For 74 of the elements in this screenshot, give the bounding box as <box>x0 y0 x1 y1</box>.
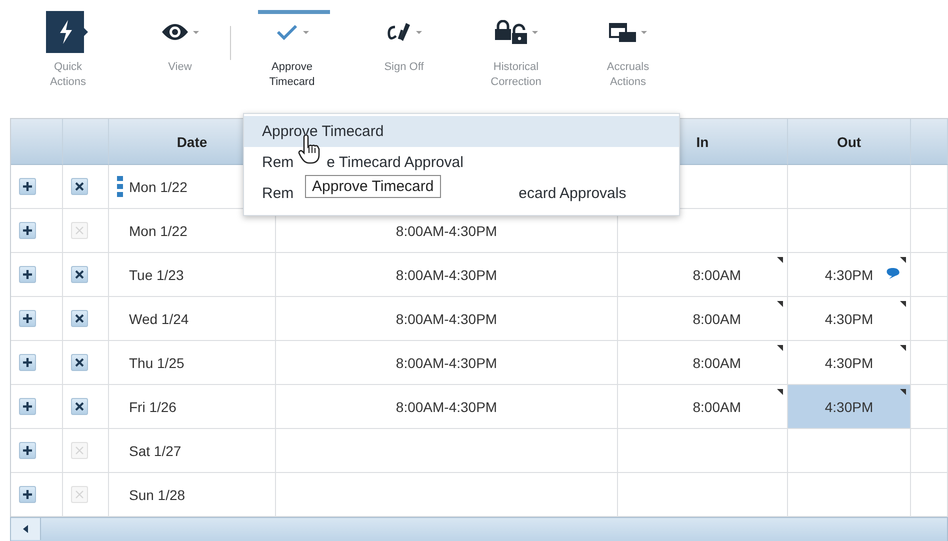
selected-cell[interactable]: 4:30PM <box>788 385 911 429</box>
delete-button[interactable] <box>71 266 88 283</box>
delete-button[interactable] <box>71 398 88 415</box>
time-text: 4:30PM <box>824 398 874 414</box>
date-text: Thu 1/25 <box>129 354 184 370</box>
schedule-text: 8:00AM-4:30PM <box>396 266 498 282</box>
schedule-text: 8:00AM-4:30PM <box>396 398 498 414</box>
time-text: 4:30PM <box>824 310 874 326</box>
x-icon <box>75 314 84 323</box>
calendar-icon <box>609 21 637 43</box>
delete-button[interactable] <box>71 354 88 371</box>
date-text: Wed 1/24 <box>129 310 189 326</box>
table-cell <box>911 385 948 429</box>
date-text: Fri 1/26 <box>129 398 176 414</box>
expand-button[interactable] <box>19 442 36 459</box>
time-text: 4:30PM <box>824 266 874 282</box>
date-text: Tue 1/23 <box>129 266 184 282</box>
plus-icon <box>22 225 33 236</box>
plus-icon <box>22 269 33 280</box>
date-text: Mon 1/22 <box>129 178 188 194</box>
time-text: 8:00AM <box>692 354 741 370</box>
expand-button[interactable] <box>19 310 36 327</box>
expand-button[interactable] <box>19 178 36 195</box>
plus-icon <box>22 181 33 192</box>
menu-item-text[interactable]: Rem <box>262 154 294 171</box>
time-text: 4:30PM <box>824 354 874 370</box>
x-icon <box>75 402 84 411</box>
plus-icon <box>22 401 33 412</box>
schedule-text: 8:00AM-4:30PM <box>396 310 498 326</box>
time-text: 8:00AM <box>692 266 741 282</box>
x-icon <box>75 226 84 235</box>
table-cell <box>911 209 948 253</box>
expand-button[interactable] <box>19 222 36 239</box>
expand-button[interactable] <box>19 398 36 415</box>
table-cell <box>911 165 948 209</box>
date-text: Sat 1/27 <box>129 442 182 458</box>
column-header: Out <box>836 134 862 150</box>
column-header: Date <box>176 134 208 150</box>
checkmark-icon <box>275 23 299 41</box>
lightning-icon <box>46 11 90 53</box>
expand-button[interactable] <box>19 266 36 283</box>
expand-button[interactable] <box>19 486 36 503</box>
x-icon <box>75 182 84 191</box>
menu-item[interactable]: Approve Timecard <box>244 116 679 147</box>
time-text: 8:00AM <box>692 398 741 414</box>
x-icon <box>75 270 84 279</box>
menu-item-text[interactable]: ecard Approvals <box>518 185 626 202</box>
date-text: Sun 1/28 <box>129 486 186 502</box>
table-cell <box>911 429 948 473</box>
tooltip: Approve Timecard <box>305 175 441 198</box>
plus-icon <box>22 357 33 368</box>
plus-icon <box>22 445 33 456</box>
x-icon <box>75 358 84 367</box>
expand-button[interactable] <box>19 354 36 371</box>
schedule-text: 8:00AM-4:30PM <box>396 354 498 370</box>
horizontal-scrollbar[interactable] <box>10 517 948 541</box>
menu-item-text[interactable]: Rem <box>262 185 294 202</box>
selected-indicator <box>258 10 330 14</box>
plus-icon <box>22 489 33 500</box>
x-icon <box>75 446 84 455</box>
signature-icon <box>386 21 412 43</box>
time-text: 8:00AM <box>692 310 741 326</box>
scroll-left-button[interactable] <box>11 518 41 540</box>
delete-button[interactable] <box>71 310 88 327</box>
schedule-text: 8:00AM-4:30PM <box>396 222 498 238</box>
x-icon <box>75 490 84 499</box>
eye-icon <box>161 22 189 42</box>
date-text: Mon 1/22 <box>129 222 188 238</box>
plus-icon <box>22 313 33 324</box>
padlocks-icon <box>494 20 528 44</box>
column-header: In <box>696 134 709 150</box>
delete-button[interactable] <box>71 178 88 195</box>
left-arrow-icon <box>22 525 28 533</box>
menu-item-text[interactable]: e Timecard Approval <box>326 154 464 171</box>
